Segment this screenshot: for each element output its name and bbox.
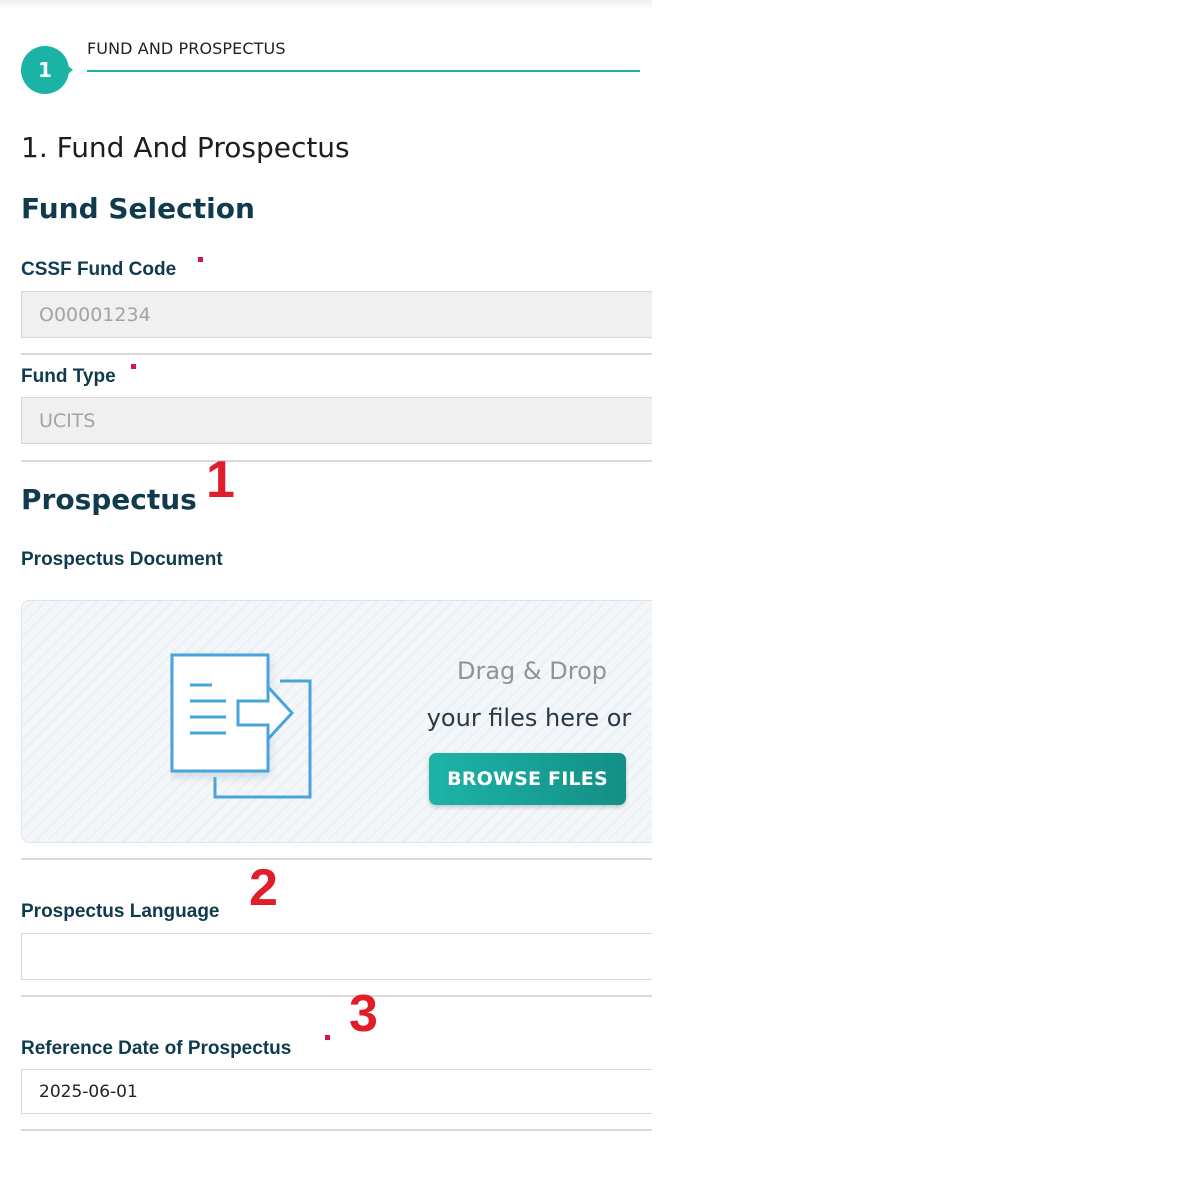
drop-hint-text: your files here or — [426, 704, 632, 732]
browse-files-button[interactable]: BROWSE FILES — [429, 753, 626, 805]
top-shadow — [0, 0, 652, 10]
field-divider — [21, 353, 661, 355]
reference-date-label: Reference Date of Prospectus — [21, 1038, 292, 1059]
required-marker — [325, 1035, 330, 1040]
step-underline — [87, 70, 640, 72]
fund-type-field[interactable]: UCITS — [21, 397, 661, 444]
required-marker — [198, 257, 203, 262]
field-divider — [21, 858, 661, 860]
blank-area — [652, 0, 1196, 1180]
annotation-marker-1: 1 — [206, 451, 235, 509]
required-marker — [131, 364, 136, 369]
fund-selection-heading: Fund Selection — [21, 192, 255, 225]
field-divider — [21, 995, 661, 997]
prospectus-document-label: Prospectus Document — [21, 549, 223, 570]
prospectus-language-field[interactable] — [21, 933, 661, 980]
file-dropzone[interactable]: Drag & Drop your files here or BROWSE FI… — [21, 600, 661, 843]
annotation-marker-2: 2 — [249, 859, 278, 917]
cssf-fund-code-label: CSSF Fund Code — [21, 259, 177, 280]
step-label[interactable]: FUND AND PROSPECTUS — [87, 39, 286, 58]
fund-type-label: Fund Type — [21, 366, 116, 387]
page-title: 1. Fund And Prospectus — [21, 131, 350, 164]
fund-type-value: UCITS — [39, 409, 96, 432]
prospectus-heading: Prospectus — [21, 483, 197, 516]
field-divider — [21, 460, 661, 462]
cssf-fund-code-field[interactable]: O00001234 — [21, 291, 661, 338]
annotation-marker-3: 3 — [349, 985, 378, 1043]
cssf-fund-code-value: O00001234 — [39, 303, 151, 326]
drag-drop-text: Drag & Drop — [457, 657, 607, 685]
reference-date-value: 2025-06-01 — [39, 1081, 138, 1102]
document-transfer-icon — [170, 653, 312, 799]
reference-date-field[interactable]: 2025-06-01 — [21, 1069, 661, 1114]
field-divider — [21, 1129, 661, 1131]
step-indicator[interactable]: 1 — [21, 46, 73, 94]
prospectus-language-label: Prospectus Language — [21, 901, 220, 922]
